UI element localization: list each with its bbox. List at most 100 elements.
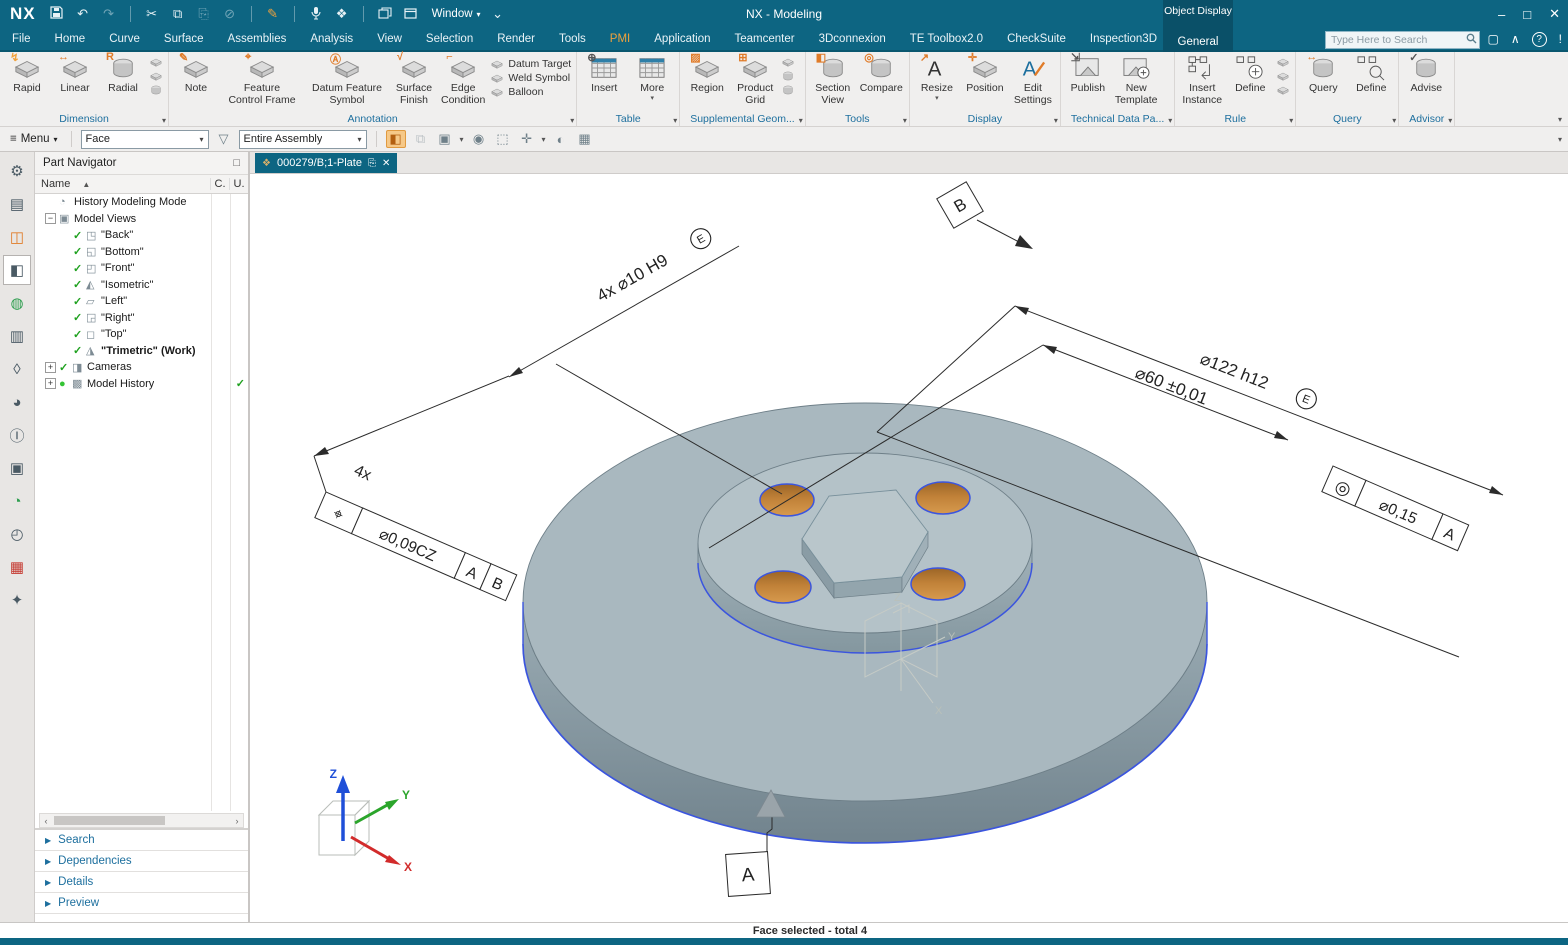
point-on-face-icon[interactable]: ⬚: [494, 131, 512, 147]
point-constructor-icon[interactable]: ✛: [518, 131, 536, 147]
tab-general[interactable]: General: [1178, 36, 1219, 48]
ribbon-options-caret[interactable]: ▾: [1558, 115, 1562, 124]
assembly-navigator-icon[interactable]: ▤: [3, 189, 31, 219]
tree-item-view-back[interactable]: ✓ ◳ "Back": [35, 227, 248, 244]
tab-home[interactable]: Home: [43, 33, 98, 45]
tab-selection[interactable]: Selection: [414, 33, 485, 45]
document-tab-active[interactable]: ❖ 000279/B;1-Plate ⎘ ✕: [255, 153, 398, 173]
tab-detach-icon[interactable]: ⎘: [368, 158, 376, 169]
note-button[interactable]: ✎ Note: [172, 52, 220, 95]
balloon-button[interactable]: Balloon: [490, 86, 571, 98]
tab-3dconnexion[interactable]: 3Dconnexion: [807, 33, 898, 45]
model-viewport[interactable]: Z Y X 4x ⌀10 H9 E ⌀122 h12 E ⌀60 ±0,01 4…: [250, 174, 1568, 928]
tab-inspection3d[interactable]: Inspection3D: [1078, 33, 1169, 45]
measure-icon[interactable]: ◊: [3, 354, 31, 384]
caret-icon[interactable]: ▾: [460, 135, 464, 144]
tab-view[interactable]: View: [365, 33, 414, 45]
tree-item-view-left[interactable]: ✓ ▱ "Left": [35, 293, 248, 310]
group-dialog-caret[interactable]: ▾: [1392, 116, 1396, 125]
insert-table-button[interactable]: ⊕ Insert: [580, 52, 628, 95]
supplemental-small-icon-3[interactable]: [781, 84, 795, 96]
tree-item-view-trimetric-work[interactable]: ✓ ◮ "Trimetric" (Work): [35, 343, 248, 360]
publish-button[interactable]: ⇲ Publish: [1064, 52, 1112, 95]
supplemental-small-icon-2[interactable]: [781, 70, 795, 82]
format-brush-icon[interactable]: ✎: [264, 6, 282, 22]
visual-reports-icon[interactable]: ▦: [3, 552, 31, 582]
edge-condition-button[interactable]: ⌐ Edge Condition: [438, 51, 488, 107]
help-icon[interactable]: ?: [1531, 31, 1547, 47]
tab-tools[interactable]: Tools: [547, 33, 598, 45]
tab-checksuite[interactable]: CheckSuite: [995, 33, 1078, 45]
tree-item-model-history[interactable]: + ● ▩ Model History ✓: [35, 376, 248, 393]
customize-quick-access-icon[interactable]: ⌄: [489, 6, 507, 22]
tree-item-model-views[interactable]: − ▣ Model Views: [35, 211, 248, 228]
cut-icon[interactable]: ✂: [143, 6, 161, 22]
search-icon[interactable]: [1466, 33, 1477, 47]
scroll-right-arrow[interactable]: ›: [231, 816, 243, 826]
visual-search-icon[interactable]: ◕: [3, 387, 31, 417]
supplemental-small-icon-1[interactable]: [781, 56, 795, 68]
tree-item-view-right[interactable]: ✓ ◲ "Right": [35, 310, 248, 327]
product-grid-button[interactable]: ⊞ Product Grid: [731, 52, 779, 107]
sphere-snap-icon[interactable]: ◐: [552, 132, 570, 147]
new-template-button[interactable]: New Template: [1112, 54, 1161, 107]
group-dialog-caret[interactable]: ▾: [162, 116, 166, 125]
tab-close-icon[interactable]: ✕: [382, 158, 390, 169]
reuse-library-icon[interactable]: ◍: [3, 288, 31, 318]
angular-dimension-icon[interactable]: [149, 56, 163, 68]
group-dialog-caret[interactable]: ▾: [673, 116, 677, 125]
feature-control-frame-button[interactable]: ⌖ Feature Control Frame: [220, 51, 304, 107]
tab-assemblies[interactable]: Assemblies: [216, 33, 299, 45]
tree-item-view-isometric[interactable]: ✓ ◭ "Isometric": [35, 277, 248, 294]
undo-icon[interactable]: ↶: [74, 6, 92, 22]
section-details[interactable]: ▶ Details: [35, 872, 248, 893]
resource-bar-options-icon[interactable]: ⚙: [3, 156, 31, 186]
fullscreen-icon[interactable]: ▢: [1488, 32, 1499, 46]
query-button[interactable]: ↔ Query: [1299, 51, 1347, 95]
tab-pmi[interactable]: PMI: [598, 33, 642, 45]
expand-box-icon[interactable]: +: [45, 378, 56, 390]
collapse-box-icon[interactable]: −: [45, 213, 56, 225]
tab-teamcenter[interactable]: Teamcenter: [723, 33, 807, 45]
pmi-fcf-position[interactable]: 4x ⌖ ⌀0,09CZ A B: [314, 462, 518, 602]
define-query-button[interactable]: Define: [1347, 54, 1395, 95]
section-view-button[interactable]: ◧ Section View: [809, 52, 857, 107]
hole-thread-callout-icon[interactable]: [149, 84, 163, 96]
alert-icon[interactable]: !: [1559, 32, 1562, 46]
selection-scope-combo[interactable]: Entire Assembly ▾: [238, 129, 367, 149]
tab-application[interactable]: Application: [642, 33, 722, 45]
datum-target-button[interactable]: Datum Target: [490, 58, 571, 70]
pmi-dimension-outer-diameter[interactable]: ⌀122 h12 E: [1198, 348, 1320, 412]
scroll-left-arrow[interactable]: ‹: [40, 816, 52, 826]
scrollbar-thumb[interactable]: [54, 816, 165, 825]
section-dependencies[interactable]: ▶ Dependencies: [35, 851, 248, 872]
group-dialog-caret[interactable]: ▾: [570, 116, 574, 125]
maximize-button[interactable]: □: [1523, 7, 1531, 22]
window-menu[interactable]: Window ▾: [432, 8, 481, 20]
redo-icon[interactable]: ↷: [100, 6, 118, 22]
toolbar-overflow-caret[interactable]: ▾: [1558, 135, 1562, 144]
voice-command-icon[interactable]: [307, 6, 325, 23]
constraint-navigator-icon[interactable]: ◫: [3, 222, 31, 252]
information-icon[interactable]: Ⓘ: [3, 420, 31, 450]
edit-settings-button[interactable]: A Edit Settings: [1009, 54, 1057, 107]
panel-undock-icon[interactable]: □: [233, 157, 240, 169]
group-dialog-caret[interactable]: ▾: [1448, 116, 1452, 125]
surface-finish-button[interactable]: √ Surface Finish: [390, 51, 438, 107]
minimize-ribbon-icon[interactable]: ∧: [1511, 32, 1520, 46]
region-button[interactable]: ▨ Region: [683, 52, 731, 95]
section-preview[interactable]: ▶ Preview: [35, 893, 248, 914]
section-search[interactable]: ▶ Search: [35, 830, 248, 851]
tab-te-toolbox[interactable]: TE Toolbox2.0: [898, 33, 995, 45]
selection-filter-combo[interactable]: Face ▾: [80, 129, 209, 149]
web-browser-icon[interactable]: ▣: [3, 453, 31, 483]
cascade-windows-icon[interactable]: [376, 6, 394, 22]
weld-symbol-button[interactable]: Weld Symbol: [490, 72, 571, 84]
tab-render[interactable]: Render: [485, 33, 547, 45]
ghost-selection-icon[interactable]: ⧉: [412, 131, 430, 147]
minimize-button[interactable]: –: [1498, 7, 1505, 22]
snap-point-toggle-icon[interactable]: ◧: [385, 130, 406, 148]
linear-dimension-button[interactable]: ↔ Linear: [51, 51, 99, 95]
tab-curve[interactable]: Curve: [97, 33, 152, 45]
chamfer-dimension-icon[interactable]: [149, 70, 163, 82]
